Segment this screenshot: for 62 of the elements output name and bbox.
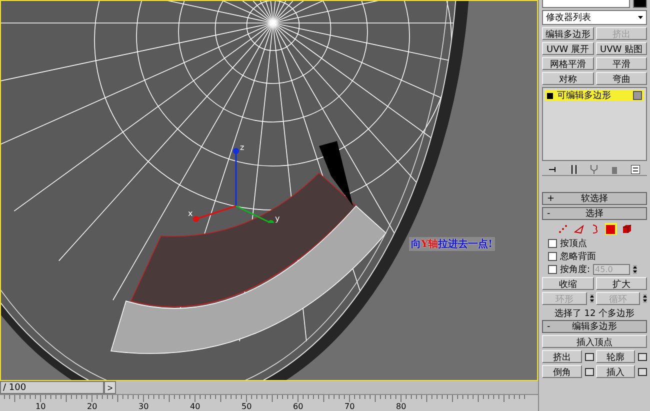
spinner-arrows-icon[interactable] [590, 294, 594, 303]
ruler-label: 60 [293, 402, 304, 411]
modifier-button[interactable]: UVW 展开 [542, 42, 594, 55]
selection-button[interactable]: 扩大 [596, 277, 647, 290]
ruler-label: 40 [190, 402, 200, 411]
selection-button[interactable]: 收缩 [542, 277, 594, 290]
modifier-button[interactable]: 平滑 [596, 57, 647, 70]
viewport[interactable]: z x y 向Y轴拉进去一点! [0, 0, 538, 381]
edge-icon[interactable] [574, 224, 584, 234]
ruler-label: 50 [242, 402, 252, 411]
time-slider-thumb[interactable]: / 100 [0, 381, 104, 394]
bars-icon[interactable] [570, 164, 577, 174]
expand-icon[interactable] [547, 92, 553, 98]
edit-button[interactable]: 插入 [596, 365, 635, 378]
insert-vertex-button[interactable]: 插入顶点 [542, 335, 647, 348]
ruler-label: 70 [344, 402, 355, 411]
modifier-button[interactable]: 编辑多边形 [542, 27, 594, 40]
element-icon[interactable] [622, 224, 632, 234]
stack-item[interactable]: 可编辑多边形 [545, 90, 644, 101]
move-gizmo-drawing[interactable]: z x y [186, 133, 286, 223]
checkbox[interactable] [548, 265, 557, 274]
checkbox[interactable] [548, 239, 557, 248]
checkbox-label: 按角度: [560, 264, 590, 276]
checkbox-label: 按顶点 [560, 238, 587, 250]
checkbox[interactable] [548, 252, 557, 261]
object-name-field[interactable] [542, 0, 630, 8]
rollout-sign: - [547, 208, 552, 218]
ruler-label: 10 [36, 402, 46, 411]
spinner-arrows-icon[interactable] [643, 294, 647, 303]
rollout-header[interactable]: - 编辑多边形 [542, 320, 647, 333]
rollout-sign: + [547, 194, 556, 204]
configure-icon[interactable] [631, 164, 640, 174]
rollout-header[interactable]: + 软选择 [542, 192, 647, 205]
rollout-title: 选择 [586, 208, 604, 220]
pin-icon[interactable] [548, 166, 558, 172]
object-color-swatch[interactable] [633, 0, 647, 8]
modifier-button[interactable]: 网格平滑 [542, 57, 594, 70]
rollout-title: 软选择 [581, 192, 608, 205]
dropdown-caret-icon [638, 16, 643, 19]
next-frame-button[interactable]: > [104, 381, 116, 394]
checkbox-label: 忽略背面 [560, 250, 596, 263]
spinner-arrows-icon[interactable] [633, 265, 638, 274]
modifier-list-dropdown[interactable]: 修改器列表 [542, 10, 647, 25]
edit-button[interactable]: 轮廓 [596, 350, 635, 363]
toggle-icon[interactable] [633, 91, 642, 100]
modifier-button[interactable]: 弯曲 [596, 72, 647, 85]
rollout-title: 编辑多边形 [572, 320, 617, 333]
ruler-label: 20 [87, 402, 98, 411]
edit-button[interactable]: 倒角 [542, 365, 582, 378]
polygon-icon[interactable] [606, 224, 615, 234]
fork-icon[interactable] [590, 164, 598, 174]
vertex-icon[interactable] [558, 224, 568, 234]
annotation-text: 向Y轴拉进去一点! [409, 237, 495, 251]
ruler-label: 80 [396, 402, 406, 411]
selection-status: 选择了 12 个多边形 [553, 308, 636, 318]
modifier-button[interactable]: UVW 贴图 [596, 42, 647, 55]
rollout-header[interactable]: - 选择 [542, 207, 647, 220]
edit-button[interactable]: 挤出 [542, 350, 582, 363]
rollout-sign: - [547, 322, 552, 332]
modifier-button[interactable]: 对称 [542, 72, 594, 85]
stack-item-label: 可编辑多边形 [557, 90, 611, 102]
ruler-label: 30 [138, 402, 149, 411]
